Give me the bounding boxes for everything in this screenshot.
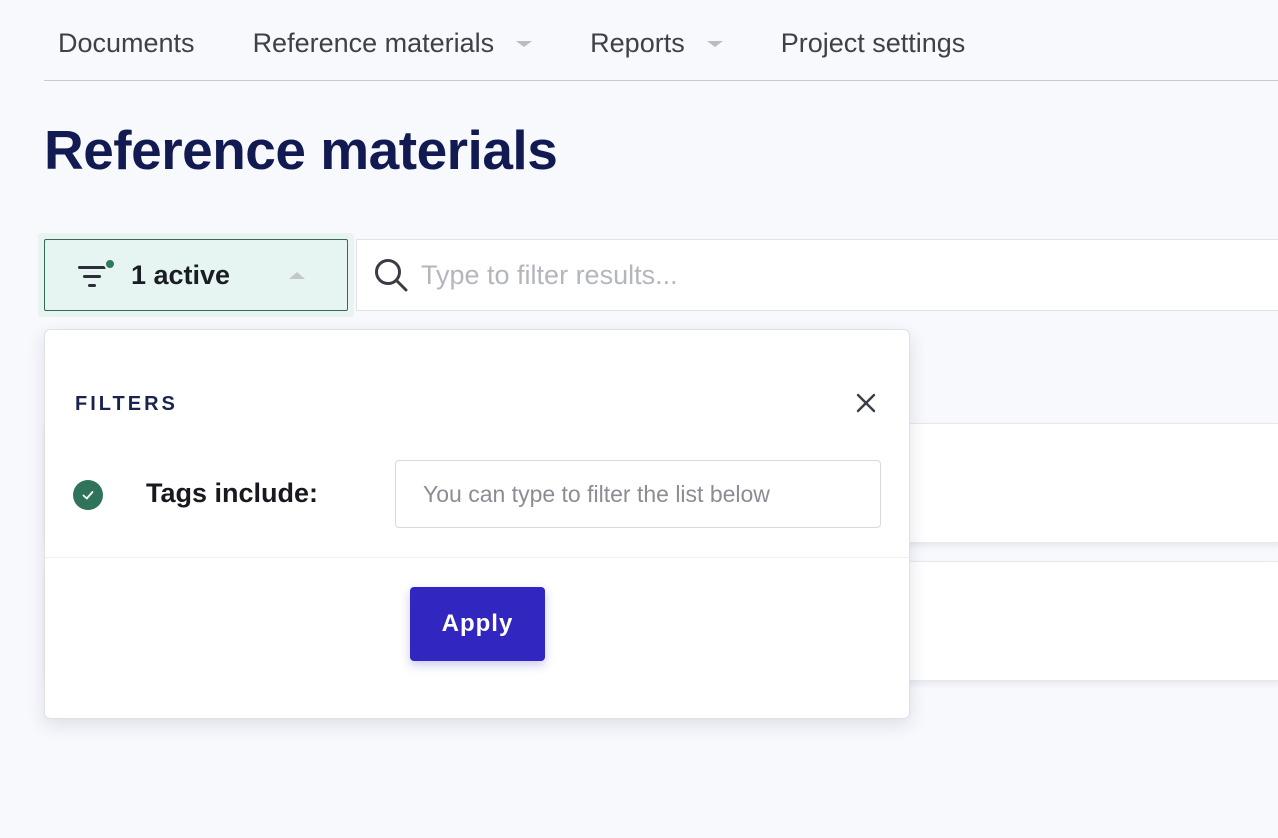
nav-item-reports[interactable]: Reports <box>590 0 723 80</box>
reference-materials-page: Documents Reference materials Reports Pr… <box>0 0 1278 838</box>
search-icon <box>375 259 408 292</box>
nav-item-reference-materials[interactable]: Reference materials <box>253 0 533 80</box>
chevron-down-icon <box>516 41 533 47</box>
nav-item-project-settings[interactable]: Project settings <box>781 0 966 80</box>
nav-item-label: Documents <box>58 27 195 58</box>
check-circle-icon <box>73 480 103 510</box>
search-input[interactable] <box>421 259 1221 291</box>
nav-item-label: Reference materials <box>252 27 495 58</box>
nav-item-label: Reports <box>590 27 685 58</box>
filter-toggle-label: 1 active <box>131 259 231 290</box>
close-icon[interactable] <box>851 388 881 418</box>
panel-divider <box>45 557 909 558</box>
filters-heading: FILTERS <box>75 393 178 415</box>
tags-include-label: Tags include: <box>146 478 319 508</box>
tags-filter-input[interactable] <box>395 460 881 528</box>
filters-panel: FILTERS Tags include: Apply <box>44 329 910 719</box>
search-box <box>356 239 1278 311</box>
filter-toggle-button[interactable]: 1 active <box>44 239 348 311</box>
nav-item-documents[interactable]: Documents <box>58 0 195 80</box>
apply-button[interactable]: Apply <box>410 587 545 661</box>
filter-icon <box>78 258 116 292</box>
chevron-up-icon <box>289 272 305 279</box>
page-title: Reference materials <box>44 119 558 181</box>
active-indicator-dot <box>104 258 116 270</box>
nav-item-label: Project settings <box>780 27 966 58</box>
top-navigation: Documents Reference materials Reports Pr… <box>44 0 1278 81</box>
chevron-down-icon <box>706 41 723 47</box>
